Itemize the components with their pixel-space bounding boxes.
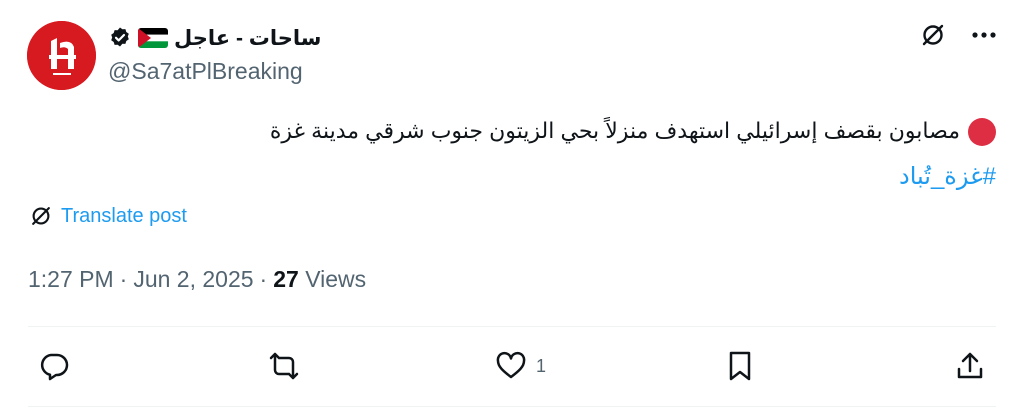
more-options-icon[interactable] [972,31,996,39]
divider [28,406,996,407]
views-count: 27 [273,266,299,292]
tweet-date[interactable]: Jun 2, 2025 [133,266,253,293]
author-name-row: ساحات - عاجل [108,24,321,52]
translate-post-label: Translate post [61,204,187,227]
red-circle-emoji-icon [968,118,996,147]
views-label: Views [305,266,367,292]
divider [28,326,996,327]
hashtag-link[interactable]: #غزة_تُباد [899,162,996,191]
action-bar: 1 [28,344,996,388]
like-count: 1 [536,355,547,376]
avatar[interactable] [27,21,96,90]
share-button[interactable] [954,344,986,388]
meta-separator: · [119,266,128,292]
author-display-name[interactable]: ساحات - عاجل [174,26,321,51]
verified-badge-icon [111,27,129,47]
translate-post-button[interactable]: Translate post [29,204,187,228]
like-button[interactable]: 1 [494,344,546,388]
grok-icon[interactable] [920,22,946,48]
bookmark-button[interactable] [726,344,754,388]
repost-icon [269,352,299,380]
meta-separator: · [259,266,268,292]
top-actions [920,22,996,48]
repost-button[interactable] [266,344,302,388]
reply-icon [40,353,69,381]
grok-icon [32,207,50,225]
heart-icon [496,351,526,379]
reply-button[interactable] [38,344,70,388]
tweet-meta: 1:27 PM · Jun 2, 2025 · 27 Views [28,266,366,293]
palestine-flag-icon [138,28,168,48]
tweet-time[interactable]: 1:27 PM [28,266,114,293]
sahat-logo-icon [27,21,96,90]
bookmark-icon [729,351,751,381]
share-icon [957,352,983,379]
author-handle[interactable]: @Sa7atPlBreaking [108,58,303,85]
tweet-body: مصابون بقصف إسرائيلي استهدف منزلاً بحي ا… [269,118,960,143]
tweet-text: مصابون بقصف إسرائيلي استهدف منزلاً بحي ا… [56,114,996,148]
